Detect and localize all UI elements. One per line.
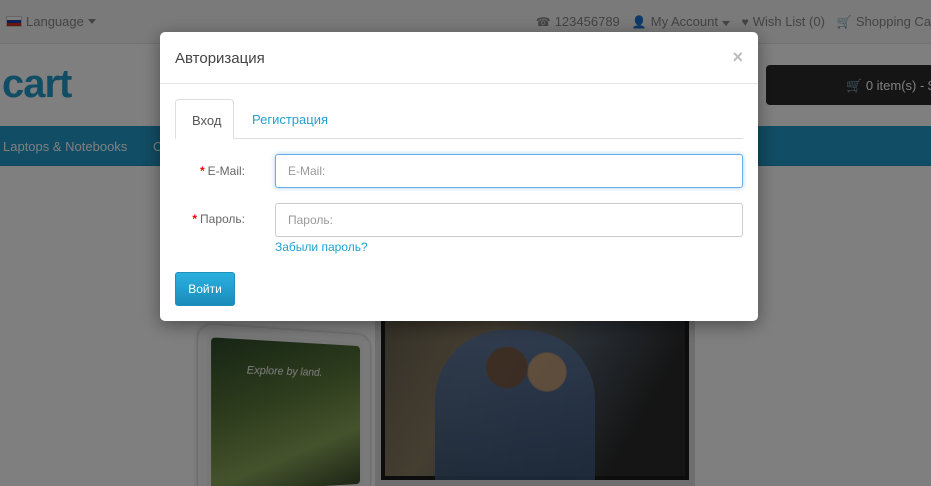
tab-register[interactable]: Регистрация: [236, 99, 344, 139]
close-icon[interactable]: ×: [732, 47, 743, 68]
tab-login[interactable]: Вход: [175, 99, 234, 139]
email-field[interactable]: [275, 154, 743, 188]
required-mark: *: [192, 212, 198, 226]
password-field[interactable]: [275, 203, 743, 237]
login-button[interactable]: Войти: [175, 272, 235, 306]
modal-title: Авторизация: [175, 50, 265, 67]
auth-tabs: Вход Регистрация: [175, 99, 743, 139]
required-mark: *: [199, 164, 205, 178]
modal-header: Авторизация ×: [160, 32, 758, 84]
login-modal: Авторизация × Вход Регистрация * E-Mail: …: [160, 32, 758, 321]
email-label: * E-Mail:: [199, 164, 245, 178]
password-label: * Пароль:: [192, 212, 245, 226]
forgot-password-link[interactable]: Забыли пароль?: [275, 240, 368, 254]
